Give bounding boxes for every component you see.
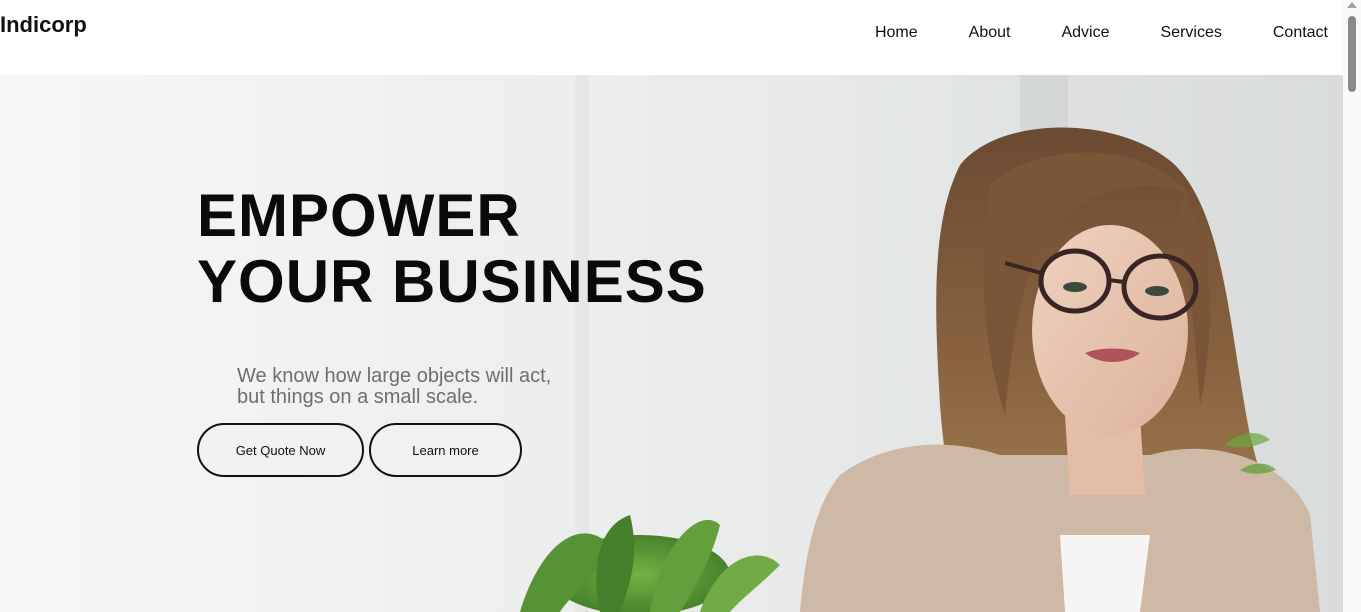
nav-advice-link[interactable]: Advice bbox=[1061, 24, 1109, 42]
businesswoman-photo bbox=[0, 75, 1343, 612]
hero-subtitle-line-1: We know how large objects will act, bbox=[237, 365, 552, 387]
hero-section: EMPOWER YOUR BUSINESS We know how large … bbox=[0, 75, 1343, 612]
nav-home-link[interactable]: Home bbox=[875, 24, 918, 42]
scroll-up-arrow-icon[interactable] bbox=[1347, 2, 1357, 8]
brand-logo[interactable]: Indicorp bbox=[0, 12, 87, 38]
learn-more-button[interactable]: Learn more bbox=[369, 423, 522, 477]
nav-about-link[interactable]: About bbox=[969, 24, 1011, 42]
page-scrollbar[interactable] bbox=[1343, 0, 1361, 612]
nav-services-link[interactable]: Services bbox=[1161, 24, 1222, 42]
get-quote-button[interactable]: Get Quote Now bbox=[197, 423, 364, 477]
scrollbar-thumb[interactable] bbox=[1348, 16, 1356, 92]
main-nav: Home About Advice Services Contact bbox=[875, 24, 1328, 42]
hero-title: EMPOWER YOUR BUSINESS bbox=[197, 183, 707, 315]
hero-title-line-1: EMPOWER bbox=[197, 182, 521, 249]
nav-contact-link[interactable]: Contact bbox=[1273, 24, 1328, 42]
hero-subtitle: We know how large objects will act, but … bbox=[237, 366, 597, 408]
page: Indicorp Home About Advice Services Cont… bbox=[0, 0, 1361, 612]
hero-subtitle-line-2: but things on a small scale. bbox=[237, 386, 479, 408]
hero-title-line-2: YOUR BUSINESS bbox=[197, 248, 707, 315]
site-header: Indicorp Home About Advice Services Cont… bbox=[0, 0, 1343, 75]
